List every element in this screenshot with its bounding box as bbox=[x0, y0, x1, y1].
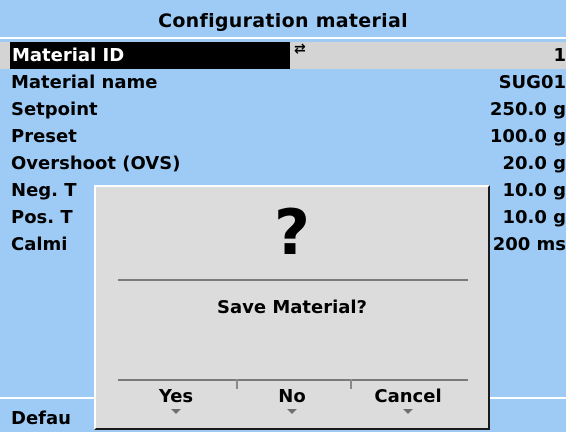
softkey-down-icon bbox=[403, 409, 413, 414]
row-overshoot[interactable]: Overshoot (OVS) 20.0 g bbox=[0, 150, 566, 177]
row-material-name[interactable]: Material name SUG01 bbox=[0, 69, 566, 96]
row-label: Pos. T bbox=[11, 207, 73, 228]
dialog-message: Save Material? bbox=[217, 297, 367, 318]
row-value: 10.0 g bbox=[502, 207, 566, 228]
softkey-down-icon bbox=[287, 409, 297, 414]
row-value: 20.0 g bbox=[502, 153, 566, 174]
dialog-divider bbox=[118, 279, 468, 281]
row-label: Material name bbox=[11, 72, 158, 93]
row-material-id[interactable]: Material ID ⇄ 1 bbox=[0, 42, 566, 69]
row-value: SUG01 bbox=[498, 72, 566, 93]
no-button-label: No bbox=[278, 386, 306, 407]
title-divider bbox=[0, 37, 566, 39]
yes-button-label: Yes bbox=[158, 386, 194, 407]
row-preset[interactable]: Preset 100.0 g bbox=[0, 123, 566, 150]
row-value: 100.0 g bbox=[489, 126, 566, 147]
cancel-button-label: Cancel bbox=[374, 386, 442, 407]
swap-arrows-icon: ⇄ bbox=[294, 41, 306, 57]
yes-button[interactable]: Yes bbox=[118, 385, 234, 425]
page-title: Configuration material bbox=[158, 10, 408, 32]
row-value: 1 bbox=[553, 45, 566, 66]
cancel-button[interactable]: Cancel bbox=[350, 385, 466, 425]
configuration-screen: Configuration material Material ID ⇄ 1 M… bbox=[0, 0, 566, 432]
row-value: 200 ms bbox=[492, 234, 566, 255]
row-setpoint[interactable]: Setpoint 250.0 g bbox=[0, 96, 566, 123]
row-value: 10.0 g bbox=[502, 180, 566, 201]
no-button[interactable]: No bbox=[234, 385, 350, 425]
row-label: Overshoot (OVS) bbox=[11, 153, 181, 174]
footer-softkey[interactable]: Defau bbox=[11, 408, 71, 429]
row-label: Material ID bbox=[10, 42, 290, 69]
question-mark-icon: ? bbox=[274, 196, 310, 269]
softkey-down-icon bbox=[171, 409, 181, 414]
dialog-button-divider bbox=[118, 379, 468, 381]
row-label: Preset bbox=[11, 126, 77, 147]
row-value: 250.0 g bbox=[489, 99, 566, 120]
row-label: Setpoint bbox=[11, 99, 98, 120]
save-confirm-dialog: ? Save Material? Yes No Cancel bbox=[94, 185, 490, 430]
row-label: Calmi bbox=[11, 234, 68, 255]
row-label: Neg. T bbox=[11, 180, 77, 201]
